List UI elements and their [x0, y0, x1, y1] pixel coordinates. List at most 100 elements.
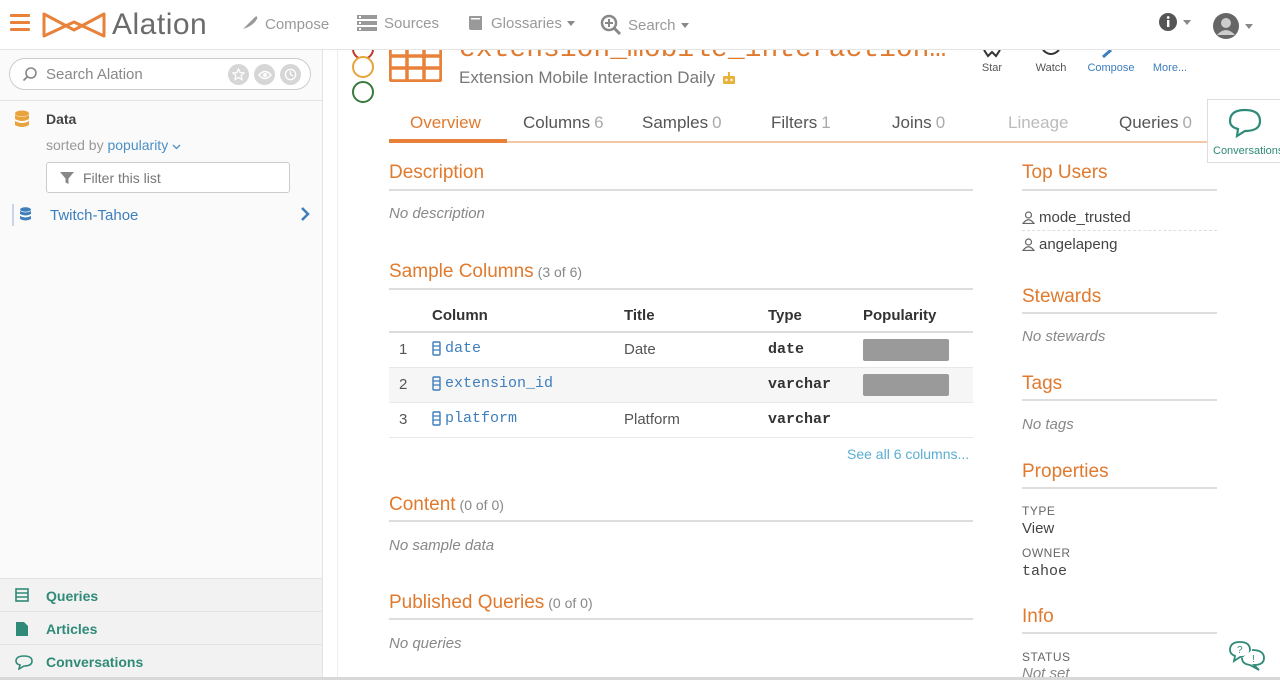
table-row: 1 date Date date [389, 332, 973, 368]
column-title: Date [624, 332, 768, 368]
tree-line [12, 204, 14, 226]
filter-icon [60, 171, 74, 184]
chat-bubble-icon [15, 655, 33, 670]
nav-sources[interactable]: Sources [356, 14, 439, 32]
chevron-down-icon [680, 22, 689, 28]
divider [389, 288, 973, 290]
search-icon [22, 67, 37, 82]
tab-overview[interactable]: Overview [410, 113, 481, 133]
status-yellow-icon[interactable] [352, 56, 374, 78]
sidebar-queries-label: Queries [46, 588, 99, 604]
tab-joins[interactable]: Joins 0 [892, 113, 945, 133]
search-input[interactable] [46, 65, 226, 83]
column-title: Platform [624, 402, 768, 438]
column-title [624, 367, 768, 403]
tab-label: Samples [642, 113, 709, 132]
conversations-label: Conversations [1213, 145, 1280, 157]
active-tab-indicator [389, 139, 507, 143]
more-button[interactable]: More... [1153, 50, 1187, 80]
top-user-item[interactable]: angelapeng [1022, 236, 1117, 253]
clock-filter-icon[interactable] [280, 64, 301, 85]
sidebar-item-twitch-tahoe[interactable]: Twitch-Tahoe [0, 200, 322, 230]
divider [1022, 230, 1217, 231]
alation-logo[interactable]: Alation [42, 8, 207, 42]
tab-queries[interactable]: Queries 0 [1119, 113, 1192, 133]
divider [389, 618, 973, 620]
sort-dropdown[interactable]: popularity [107, 137, 181, 153]
chevron-right-icon [301, 207, 310, 221]
column-cell: date [432, 332, 624, 368]
chevron-down-icon [1245, 23, 1253, 29]
tab-samples[interactable]: Samples 0 [642, 113, 722, 133]
chevron-down-icon [1183, 19, 1191, 25]
column-name-link[interactable]: date [432, 340, 481, 357]
sidebar-search [9, 58, 311, 90]
svg-text:?: ? [1237, 645, 1243, 656]
divider [1022, 189, 1217, 191]
star-filter-icon[interactable] [228, 64, 249, 85]
page-title: extension_mobile_interaction… [459, 50, 954, 64]
conversations-panel-toggle[interactable]: Conversations [1207, 99, 1280, 163]
sample-columns-count: (3 of 6) [537, 264, 583, 280]
popularity-cell [863, 402, 973, 438]
feather-icon [239, 16, 258, 33]
filter-input[interactable] [83, 169, 264, 186]
sort-value: popularity [107, 137, 169, 153]
compose-label: Compose [1087, 62, 1135, 74]
nav-compose[interactable]: Compose [237, 14, 329, 34]
nav-search[interactable]: Search [600, 14, 689, 36]
divider [1022, 632, 1217, 634]
watch-button[interactable]: Watch [1036, 50, 1066, 80]
column-name-link[interactable]: platform [432, 410, 517, 427]
compose-button[interactable]: Compose [1087, 50, 1135, 80]
alation-bowtie-icon [42, 12, 106, 38]
table-icon [15, 588, 29, 602]
tab-label: Queries [1119, 113, 1179, 132]
tab-count: 1 [821, 113, 831, 132]
nav-sources-label: Sources [384, 14, 440, 32]
top-user-item[interactable]: mode_trusted [1022, 209, 1131, 226]
type-label: TYPE [1022, 504, 1056, 518]
sidebar-articles[interactable]: Articles [0, 611, 322, 644]
nav-glossaries[interactable]: Glossaries [467, 14, 575, 32]
chevron-down-icon [172, 144, 181, 150]
tab-count: 0 [1182, 113, 1192, 132]
column-name: platform [445, 409, 518, 427]
stewards-empty: No stewards [1022, 328, 1106, 345]
column-name: extension_id [445, 374, 554, 392]
watch-label: Watch [1035, 62, 1067, 74]
star-icon [983, 50, 1001, 58]
chevron-down-icon [566, 20, 575, 26]
column-name-link[interactable]: extension_id [432, 375, 553, 392]
header-type: Type [768, 300, 863, 333]
popularity-bar [863, 338, 949, 361]
tab-filters[interactable]: Filters 1 [771, 113, 831, 133]
status-label: STATUS [1022, 650, 1071, 664]
nav-search-label: Search [628, 16, 676, 34]
server-icon [357, 15, 377, 31]
eye-icon [1042, 50, 1060, 55]
database-icon [20, 207, 31, 221]
sidebar-queries[interactable]: Queries [0, 578, 322, 611]
user-menu[interactable] [1212, 12, 1253, 40]
main-border [337, 50, 338, 680]
status-green-icon[interactable] [352, 81, 374, 103]
content-count: (0 of 0) [459, 497, 504, 513]
more-label: More... [1152, 62, 1188, 74]
star-button[interactable]: Star [982, 50, 1002, 80]
sidebar-conversations[interactable]: Conversations [0, 644, 322, 680]
nav-glossaries-label: Glossaries [491, 14, 562, 32]
help-chat-icon[interactable]: ? ! [1228, 640, 1266, 672]
tab-columns[interactable]: Columns 6 [523, 113, 604, 133]
sort-control: sorted by popularity [46, 137, 181, 153]
column-icon [432, 341, 441, 356]
column-cell: extension_id [432, 367, 624, 403]
type-value: View [1022, 520, 1055, 537]
hamburger-menu-icon[interactable] [10, 14, 30, 32]
eye-filter-icon[interactable] [254, 64, 275, 85]
see-all-columns-link[interactable]: See all 6 columns... [847, 446, 969, 462]
divider [1022, 312, 1217, 314]
tab-label: Filters [771, 113, 818, 132]
column-icon [432, 375, 441, 391]
help-menu[interactable] [1158, 12, 1191, 32]
